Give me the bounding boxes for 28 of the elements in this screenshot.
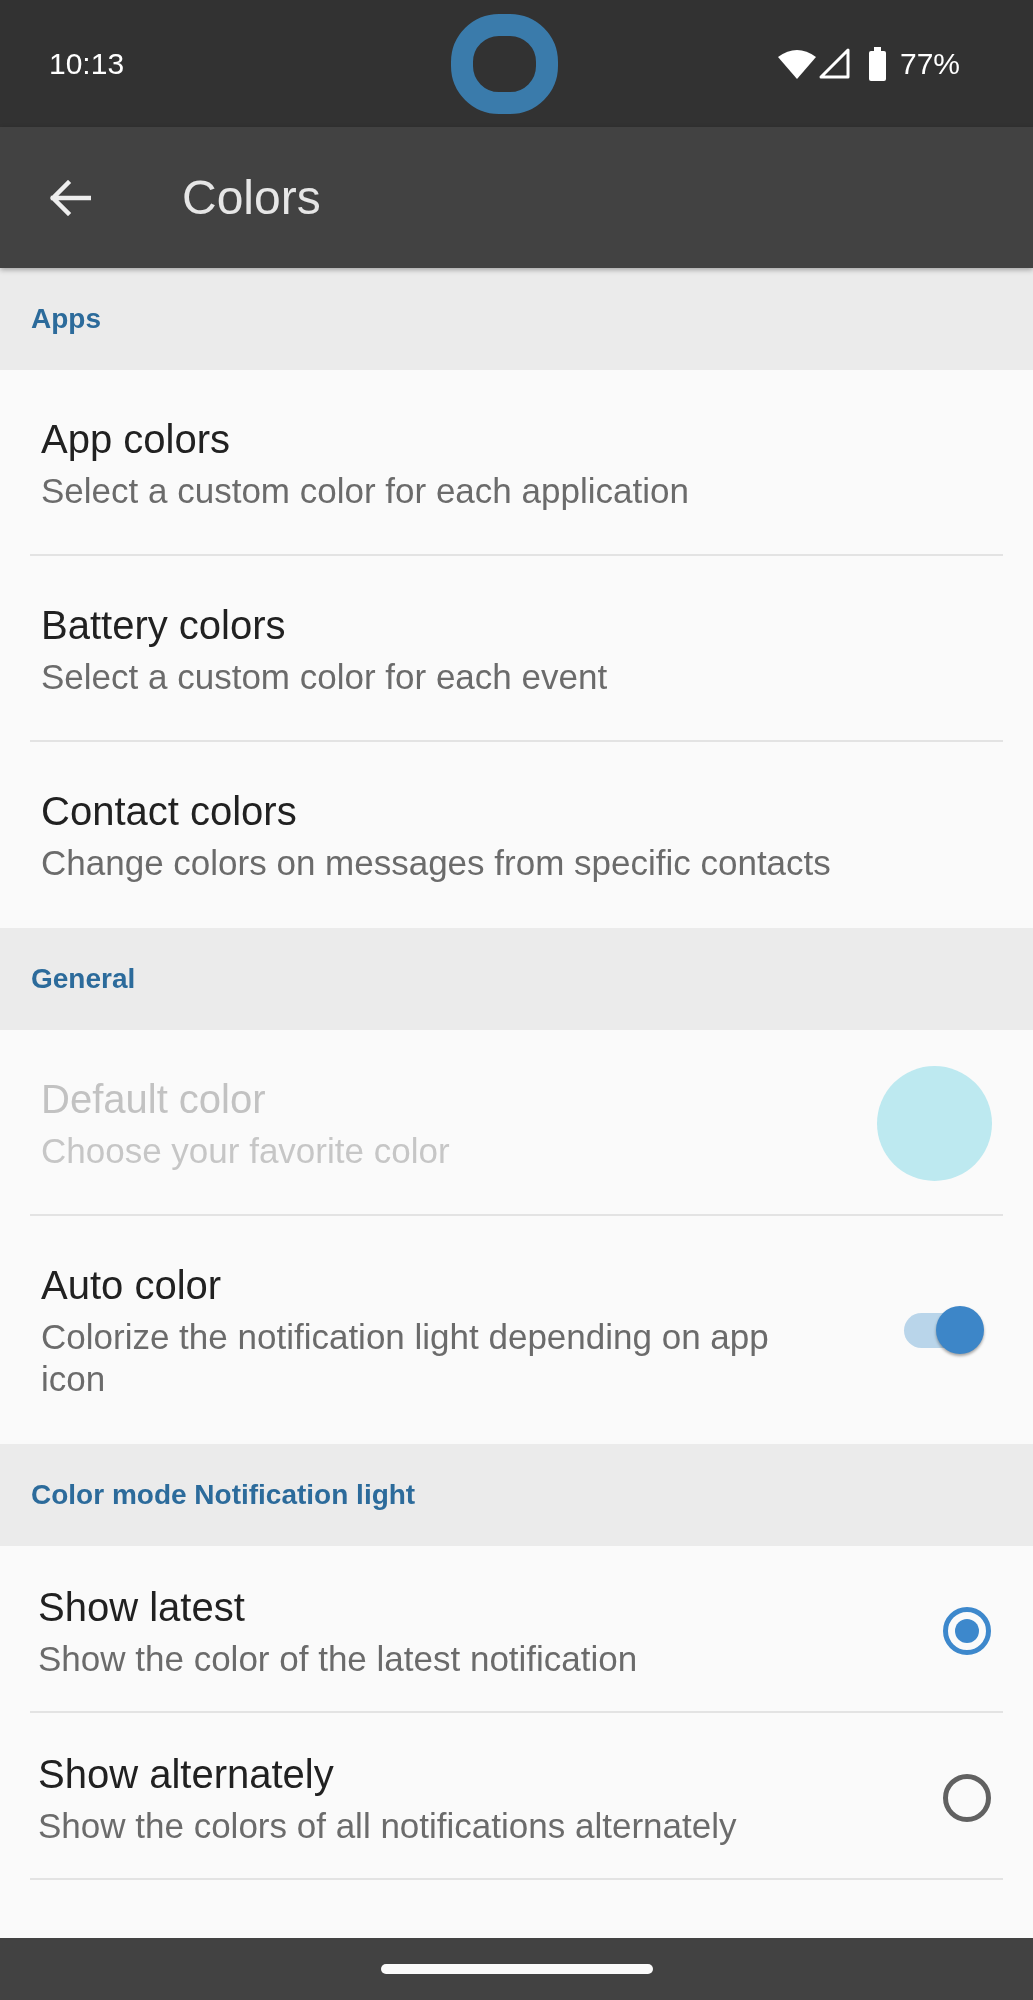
status-time: 10:13 bbox=[49, 46, 125, 81]
ring-icon bbox=[451, 13, 558, 114]
item-subtitle: Select a custom color for each event bbox=[41, 656, 608, 698]
signal-icon bbox=[818, 48, 850, 79]
item-subtitle: Select a custom color for each application bbox=[41, 470, 689, 512]
section-title: Apps bbox=[31, 303, 101, 335]
battery-icon bbox=[868, 46, 886, 81]
radio-button[interactable] bbox=[943, 1607, 991, 1655]
screen-title: Colors bbox=[182, 170, 321, 225]
item-subtitle: Show the colors of all notifications alternately bbox=[38, 1805, 737, 1847]
wifi-icon bbox=[777, 48, 816, 79]
section-title: General bbox=[31, 963, 136, 995]
item-title: Show alternately bbox=[38, 1751, 334, 1798]
item-title: Default color bbox=[41, 1076, 266, 1123]
item-subtitle: Colorize the notification light depending on app icon bbox=[41, 1316, 770, 1400]
back-arrow-icon[interactable] bbox=[49, 179, 91, 216]
item-title: Show latest bbox=[38, 1584, 245, 1631]
home-handle[interactable] bbox=[380, 1964, 653, 1974]
battery-percentage: 77% bbox=[899, 46, 960, 81]
item-subtitle: Change colors on messages from specific contacts bbox=[41, 842, 831, 884]
item-title: App colors bbox=[41, 416, 230, 463]
item-title: Contact colors bbox=[41, 788, 297, 835]
item-title: Battery colors bbox=[41, 602, 286, 649]
item-title: Auto color bbox=[41, 1262, 222, 1309]
radio-button[interactable] bbox=[943, 1774, 991, 1822]
toggle-switch[interactable] bbox=[904, 1305, 984, 1355]
item-subtitle: Show the color of the latest notification bbox=[38, 1638, 638, 1680]
section-title: Color mode Notification light bbox=[31, 1479, 416, 1511]
